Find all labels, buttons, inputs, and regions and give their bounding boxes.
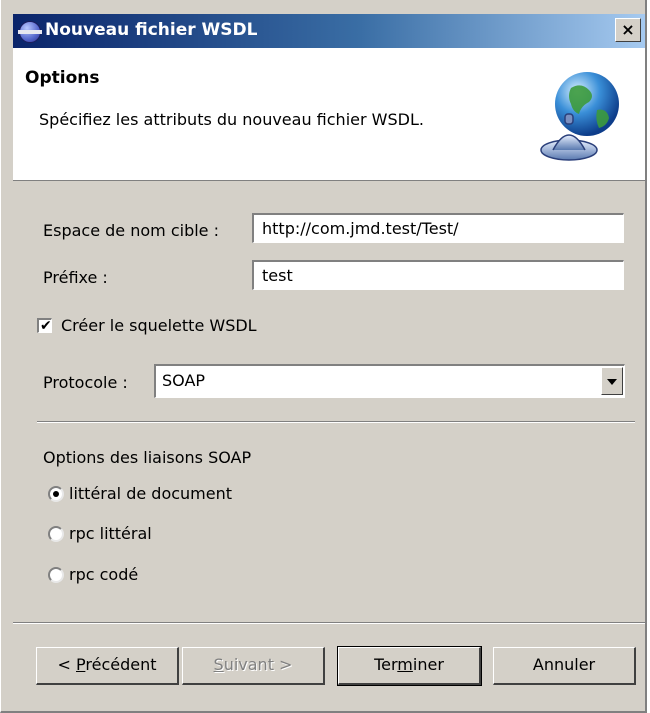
page-description: Spécifiez les attributs du nouveau fichi… — [39, 110, 424, 129]
web-service-globe-icon — [533, 70, 623, 170]
binding-options-title: Options des liaisons SOAP — [43, 448, 252, 467]
next-button[interactable]: Suivant > — [182, 647, 325, 685]
namespace-input[interactable]: http://com.jmd.test/Test/ — [252, 213, 624, 243]
radio-document-literal-label: littéral de document — [69, 484, 233, 503]
back-button-prefix: < — [57, 655, 76, 674]
close-button[interactable]: × — [615, 18, 641, 42]
protocol-select[interactable]: SOAP — [154, 364, 625, 398]
protocol-select-value: SOAP — [162, 371, 206, 390]
finish-button-before: Ter — [374, 655, 398, 674]
radio-rpc-encoded[interactable] — [48, 567, 64, 583]
next-button-accel: S — [213, 655, 224, 674]
protocol-label: Protocole : — [43, 373, 128, 392]
finish-button[interactable]: Terminer — [337, 646, 482, 686]
radio-rpc-literal[interactable] — [48, 526, 64, 542]
finish-button-accel: m — [397, 655, 413, 674]
window-title: Nouveau fichier WSDL — [45, 20, 258, 40]
button-bar-separator — [13, 622, 645, 624]
page-title: Options — [25, 68, 100, 88]
next-button-rest: uivant > — [223, 655, 293, 674]
radio-rpc-literal-label: rpc littéral — [69, 524, 152, 543]
finish-button-after: iner — [412, 655, 444, 674]
radio-rpc-encoded-label: rpc codé — [69, 565, 139, 584]
eclipse-icon — [18, 21, 42, 43]
back-button[interactable]: < Précédent — [36, 647, 179, 685]
namespace-label: Espace de nom cible : — [43, 221, 219, 240]
prefix-label: Préfixe : — [43, 268, 108, 287]
wizard-header: Options Spécifiez les attributs du nouve… — [13, 48, 645, 181]
prefix-input[interactable]: test — [252, 260, 624, 290]
separator — [37, 421, 635, 423]
cancel-button[interactable]: Annuler — [493, 647, 636, 685]
back-button-rest: récédent — [85, 655, 157, 674]
create-skeleton-checkbox[interactable]: ✔ — [37, 318, 52, 333]
checkmark-icon: ✔ — [40, 318, 52, 334]
back-button-accel: P — [76, 655, 86, 674]
chevron-down-icon[interactable] — [601, 367, 623, 395]
title-bar[interactable]: Nouveau fichier WSDL × — [13, 14, 645, 48]
wsdl-dialog-window: Nouveau fichier WSDL × Options Spécifiez… — [0, 0, 647, 713]
radio-selected-dot — [53, 491, 59, 497]
create-skeleton-label: Créer le squelette WSDL — [61, 316, 257, 335]
radio-document-literal[interactable] — [48, 486, 64, 502]
